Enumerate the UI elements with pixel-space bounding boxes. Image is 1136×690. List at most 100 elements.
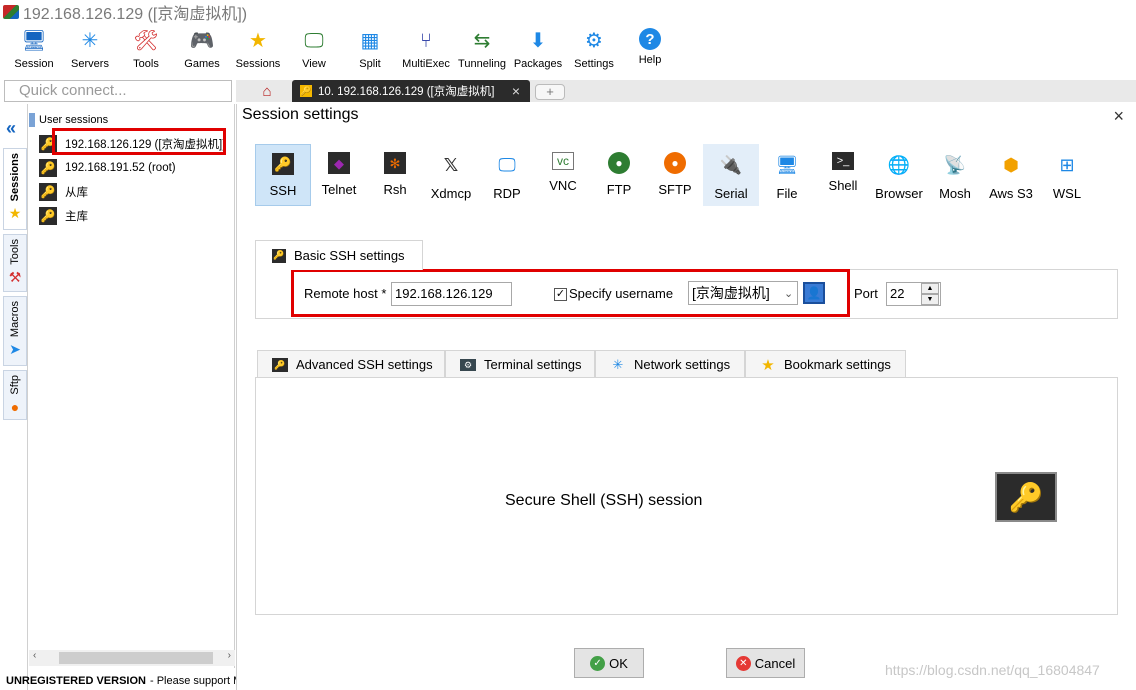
support-text: - Please support M xyxy=(149,675,236,687)
side-tab-sessions[interactable]: Sessions ★ xyxy=(3,148,27,230)
manage-users-icon[interactable]: 👤 xyxy=(803,282,825,304)
session-settings-dialog: Session settings × 🔑 SSH ◆ Telnet ✻ Rsh … xyxy=(236,104,1136,690)
tab-bookmark-settings[interactable]: ★ Bookmark settings xyxy=(745,350,906,378)
sessions-panel: User sessions 🔑 192.168.126.129 ([京淘虚拟机]… xyxy=(29,104,235,668)
session-type-telnet[interactable]: ◆ Telnet xyxy=(311,144,367,206)
toolbar-settings-button[interactable]: ⚙ Settings xyxy=(566,24,622,78)
spin-up-icon[interactable]: ▲ xyxy=(921,283,939,294)
split-icon: ▦ xyxy=(360,30,380,52)
session-type-file[interactable]: 🖥 File xyxy=(759,144,815,206)
session-type-ftp[interactable]: ● FTP xyxy=(591,144,647,206)
star-icon: ★ xyxy=(8,205,22,222)
close-icon[interactable]: × xyxy=(1113,106,1124,127)
toolbar-tools-button[interactable]: 🛠 Tools xyxy=(118,24,174,78)
toolbar-split-button[interactable]: ▦ Split xyxy=(342,24,398,78)
windows-icon: ⊞ xyxy=(1059,155,1075,175)
side-tab-label: Macros xyxy=(9,301,21,338)
main-toolbar: 🖥 Session ✳ Servers 🛠 Tools 🎮 Games ★ Session… xyxy=(0,24,1136,78)
globe-icon: 🌐 xyxy=(887,155,911,175)
session-type-xdmcp[interactable]: 𝕏 Xdmcp xyxy=(423,144,479,206)
username-select[interactable]: [京淘虚拟机] xyxy=(688,281,798,305)
horizontal-scrollbar[interactable]: ‹ › xyxy=(29,650,235,666)
remote-host-input[interactable]: 192.168.126.129 xyxy=(391,282,512,306)
session-type-rdp[interactable]: 🖵 RDP xyxy=(479,144,535,206)
session-item[interactable]: 🔑 主库 xyxy=(39,206,88,226)
session-item[interactable]: 🔑 192.168.191.52 (root) xyxy=(39,158,176,178)
session-type-rsh[interactable]: ✻ Rsh xyxy=(367,144,423,206)
ftp-icon: ● xyxy=(608,152,630,174)
tab-terminal-settings[interactable]: ⚙ Terminal settings xyxy=(445,350,595,378)
view-icon: 🖵 xyxy=(304,30,324,52)
toolbar-tunneling-button[interactable]: ⇆ Tunneling xyxy=(454,24,510,78)
session-tab[interactable]: 🔑 10. 192.168.126.129 ([京淘虚拟机] × xyxy=(292,80,530,102)
session-tab-label: 10. 192.168.126.129 ([京淘虚拟机] xyxy=(318,86,495,98)
toolbar-view-button[interactable]: 🖵 View xyxy=(286,24,342,78)
toolbar-multiexec-button[interactable]: ⑂ MultiExec xyxy=(398,24,454,78)
session-type-sftp[interactable]: ● SFTP xyxy=(647,144,703,206)
session-type-serial[interactable]: 🔌 Serial xyxy=(703,144,759,206)
servers-icon: ✳ xyxy=(81,30,99,52)
session-type-shell[interactable]: >_ Shell xyxy=(815,144,871,206)
session-type-mosh[interactable]: 📡 Mosh xyxy=(927,144,983,206)
mobaxterm-logo-icon xyxy=(3,5,19,19)
key-icon: 🔑 xyxy=(272,248,286,263)
terminal-icon: ⚙ xyxy=(460,358,476,371)
session-type-browser[interactable]: 🌐 Browser xyxy=(871,144,927,206)
user-sessions-header[interactable]: User sessions xyxy=(29,112,108,128)
side-tab-label: Tools xyxy=(9,239,21,265)
ok-button[interactable]: ✓ OK xyxy=(574,648,644,678)
collapse-panel-icon[interactable]: « xyxy=(6,118,16,139)
toolbar-sessions-button[interactable]: ★ Sessions xyxy=(230,24,286,78)
port-label: Port xyxy=(854,286,878,301)
chevron-down-icon[interactable]: ⌄ xyxy=(784,287,793,300)
scroll-right-icon[interactable]: › xyxy=(228,650,231,661)
port-spinner[interactable]: ▲ ▼ xyxy=(921,283,939,305)
mosh-icon: 📡 xyxy=(943,155,967,175)
dialog-title: Session settings xyxy=(242,106,359,123)
key-icon: 🔑 xyxy=(300,85,312,97)
xdmcp-icon: 𝕏 xyxy=(443,155,459,175)
tab-advanced-ssh-settings[interactable]: 🔑 Advanced SSH settings xyxy=(257,350,445,378)
session-type-aws-s3[interactable]: ⬢ Aws S3 xyxy=(983,144,1039,206)
session-item[interactable]: 🔑 从库 xyxy=(39,182,88,202)
session-type-vnc[interactable]: vc VNC xyxy=(535,144,591,206)
session-icon: 🖥 xyxy=(21,30,47,52)
scroll-left-icon[interactable]: ‹ xyxy=(33,650,36,661)
toolbar-games-button[interactable]: 🎮 Games xyxy=(174,24,230,78)
key-icon: 🔑 xyxy=(272,153,294,175)
shell-icon: >_ xyxy=(832,152,854,170)
file-icon: 🖥 xyxy=(775,155,799,175)
toolbar-help-button[interactable]: ? Help xyxy=(622,24,678,78)
toolbar-session-button[interactable]: 🖥 Session xyxy=(6,24,62,78)
toolbar-packages-button[interactable]: ⬇ Packages xyxy=(510,24,566,78)
scrollbar-thumb[interactable] xyxy=(59,652,213,664)
star-icon: ★ xyxy=(761,356,775,374)
session-description: Secure Shell (SSH) session xyxy=(505,492,703,509)
toolbar-servers-button[interactable]: ✳ Servers xyxy=(62,24,118,78)
session-type-wsl[interactable]: ⊞ WSL xyxy=(1039,144,1095,206)
rdp-icon: 🖵 xyxy=(498,155,516,175)
home-icon: ⌂ xyxy=(262,82,272,100)
side-tab-macros[interactable]: Macros ➤ xyxy=(3,296,27,366)
rsh-icon: ✻ xyxy=(384,152,406,174)
specify-username-checkbox[interactable]: ✓ xyxy=(554,288,567,301)
tools-icon: ⚒ xyxy=(8,268,22,285)
window-title: 192.168.126.129 ([京淘虚拟机]) xyxy=(23,6,248,23)
tab-basic-ssh-settings[interactable]: 🔑 Basic SSH settings xyxy=(255,240,423,270)
key-icon: 🔑 xyxy=(272,357,288,372)
title-bar: 192.168.126.129 ([京淘虚拟机]) xyxy=(0,0,1136,24)
new-tab-button[interactable]: + xyxy=(535,84,565,100)
close-icon: ✕ xyxy=(735,655,751,671)
tab-network-settings[interactable]: ✳ Network settings xyxy=(595,350,745,378)
side-tab-tools[interactable]: Tools ⚒ xyxy=(3,234,27,292)
cancel-button[interactable]: ✕ Cancel xyxy=(726,648,805,678)
tab-close-icon[interactable]: × xyxy=(512,83,520,99)
multiexec-icon: ⑂ xyxy=(420,30,432,52)
quick-connect-input[interactable]: Quick connect... xyxy=(4,80,232,102)
spin-down-icon[interactable]: ▼ xyxy=(921,294,939,305)
home-tab[interactable]: ⌂ xyxy=(248,80,286,102)
key-icon: 🔑 xyxy=(39,207,57,225)
key-icon: 🔑 xyxy=(39,159,57,177)
session-type-ssh[interactable]: 🔑 SSH xyxy=(255,144,311,206)
side-tab-sftp[interactable]: Sftp ● xyxy=(3,370,27,420)
